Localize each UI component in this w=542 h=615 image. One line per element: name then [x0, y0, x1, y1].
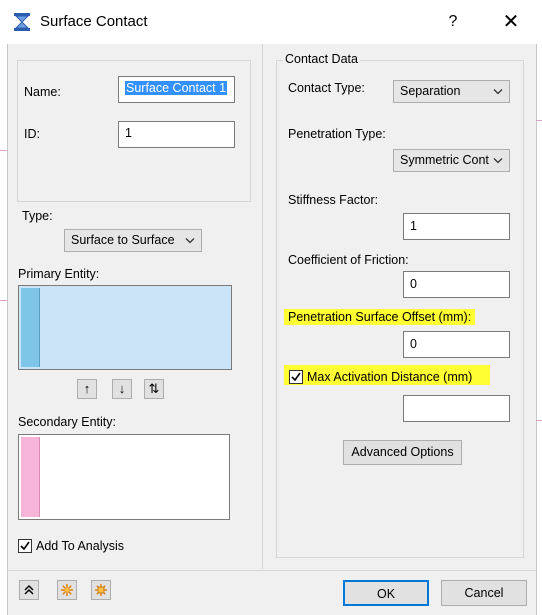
- close-button[interactable]: ✕: [496, 9, 526, 35]
- swap-button[interactable]: ⇅: [144, 379, 164, 399]
- starburst-grid-button[interactable]: [91, 580, 111, 600]
- secondary-entity-list[interactable]: [18, 434, 230, 520]
- name-label: Name:: [24, 85, 61, 99]
- primary-entity-list[interactable]: [18, 285, 232, 370]
- chevron-down-icon: [493, 158, 503, 164]
- type-value: Surface to Surface: [71, 233, 175, 247]
- secondary-color-swatch: [21, 437, 40, 517]
- penetration-type-label: Penetration Type:: [288, 127, 386, 141]
- stiffness-factor-field[interactable]: 1: [403, 213, 510, 240]
- checkmark-icon: [291, 372, 301, 382]
- primary-color-swatch: [21, 288, 40, 367]
- move-up-button[interactable]: ↑: [77, 379, 97, 399]
- penetration-offset-field[interactable]: 0: [403, 331, 510, 358]
- window-left-border: [0, 0, 8, 615]
- ok-button[interactable]: OK: [343, 580, 429, 606]
- type-label: Type:: [22, 209, 53, 223]
- contact-type-select[interactable]: Separation: [393, 80, 510, 103]
- starburst-button[interactable]: [57, 580, 77, 600]
- window-title: Surface Contact: [40, 13, 148, 30]
- background-line: [536, 420, 542, 421]
- secondary-entity-label: Secondary Entity:: [18, 415, 116, 429]
- max-activation-label: Max Activation Distance (mm): [307, 370, 473, 384]
- id-field[interactable]: 1: [118, 121, 235, 148]
- stiffness-factor-label: Stiffness Factor:: [288, 193, 379, 207]
- penetration-type-value: Symmetric Cont: [400, 153, 489, 167]
- arrow-up-icon: ↑: [83, 381, 91, 396]
- add-to-analysis-checkbox[interactable]: [18, 539, 32, 553]
- window-right-border: [536, 0, 542, 615]
- collapse-button[interactable]: [19, 580, 39, 600]
- id-label: ID:: [24, 127, 40, 141]
- chevron-down-icon: [185, 238, 195, 244]
- chevron-down-icon: [493, 89, 503, 95]
- starburst-icon: [61, 584, 73, 596]
- arrow-down-icon: ↓: [118, 381, 126, 396]
- collapse-icon: [24, 584, 34, 595]
- name-value: Surface Contact 1: [125, 81, 228, 95]
- footer-separator: [7, 570, 536, 571]
- penetration-type-select[interactable]: Symmetric Cont: [393, 149, 510, 172]
- checkmark-icon: [20, 541, 30, 551]
- contact-type-value: Separation: [400, 84, 461, 98]
- penetration-offset-label: Penetration Surface Offset (mm):: [284, 309, 476, 325]
- advanced-options-button[interactable]: Advanced Options: [343, 440, 462, 465]
- primary-entity-label: Primary Entity:: [18, 267, 100, 281]
- max-activation-checkbox[interactable]: [289, 370, 303, 384]
- column-divider: [262, 44, 263, 569]
- type-select[interactable]: Surface to Surface: [64, 229, 202, 252]
- background-line: [0, 300, 7, 301]
- contact-type-label: Contact Type:: [288, 81, 365, 95]
- add-to-analysis-label: Add To Analysis: [36, 539, 125, 553]
- background-line: [536, 120, 542, 121]
- friction-field[interactable]: 0: [403, 271, 510, 298]
- starburst-grid-icon: [95, 584, 107, 596]
- contact-data-group-label: Contact Data: [283, 52, 360, 66]
- hourglass-icon: [12, 12, 32, 32]
- swap-icon: ⇅: [148, 381, 160, 396]
- max-activation-field[interactable]: [403, 395, 510, 422]
- name-field[interactable]: Surface Contact 1: [118, 76, 235, 103]
- help-button[interactable]: ?: [440, 11, 466, 33]
- cancel-button[interactable]: Cancel: [441, 580, 527, 606]
- friction-label: Coefficient of Friction:: [288, 253, 409, 267]
- background-line: [0, 150, 7, 151]
- move-down-button[interactable]: ↓: [112, 379, 132, 399]
